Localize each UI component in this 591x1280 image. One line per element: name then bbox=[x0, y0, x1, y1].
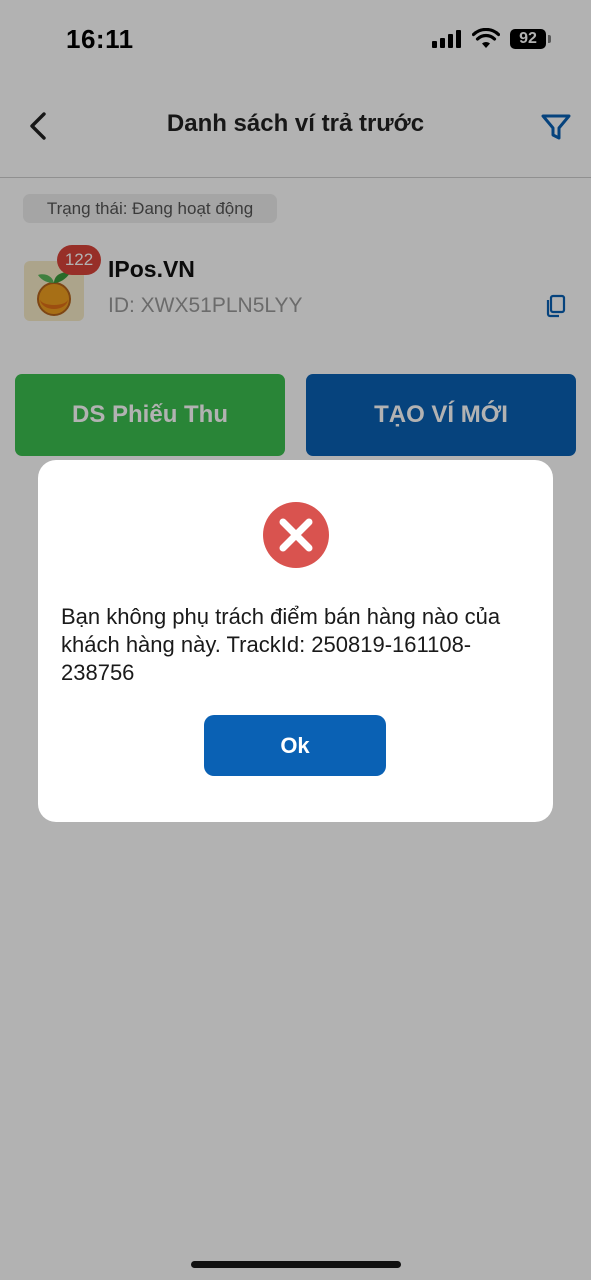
ok-button[interactable]: Ok bbox=[204, 715, 386, 776]
dialog-message: Bạn không phụ trách điểm bán hàng nào củ… bbox=[61, 604, 501, 685]
error-x-icon bbox=[263, 502, 329, 568]
home-indicator[interactable] bbox=[191, 1261, 401, 1268]
error-dialog: Bạn không phụ trách điểm bán hàng nào củ… bbox=[38, 460, 553, 822]
